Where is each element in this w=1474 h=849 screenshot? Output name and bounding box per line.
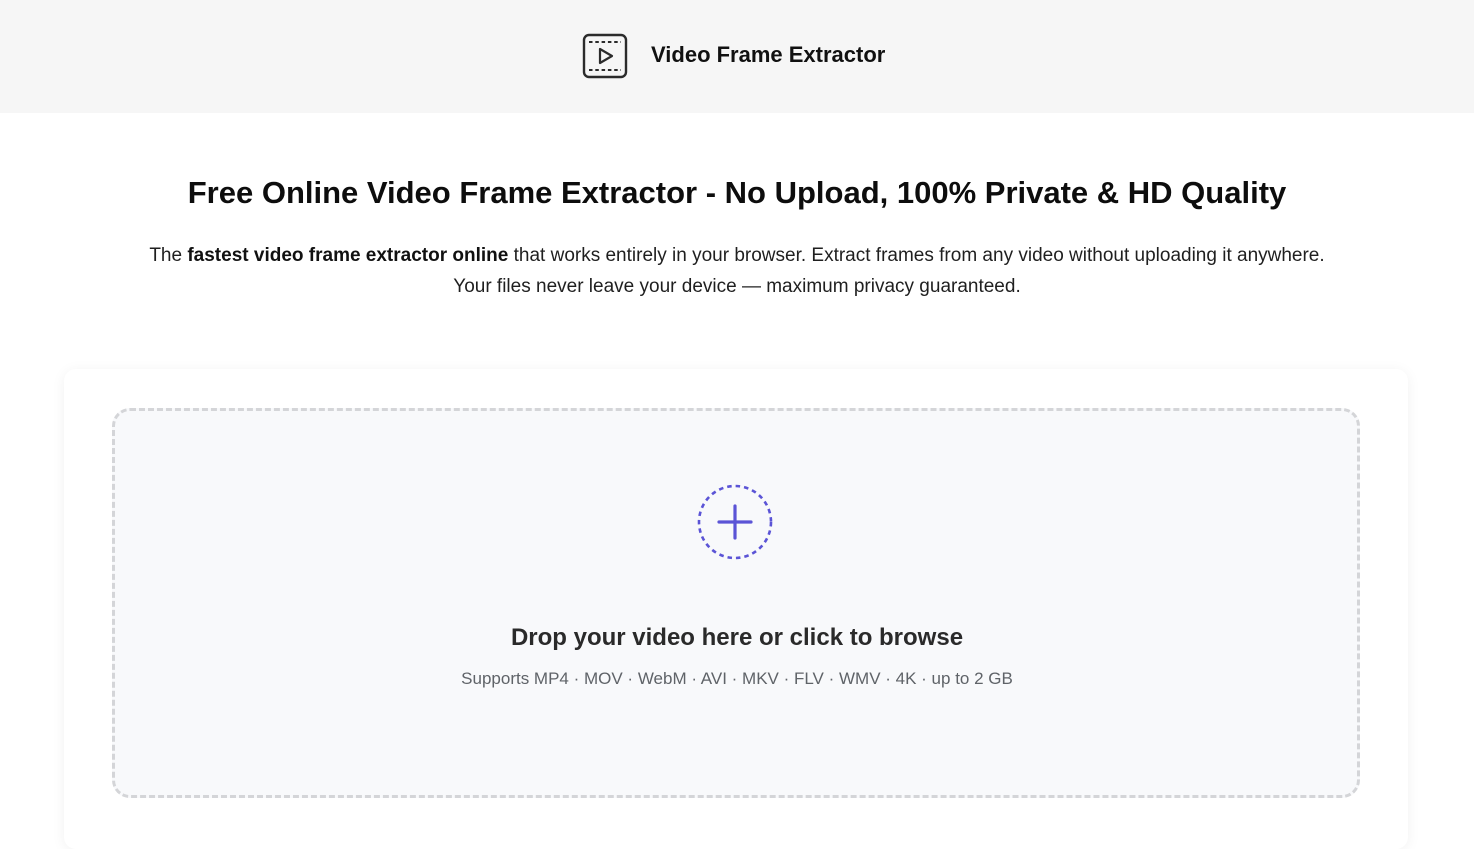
- video-dropzone[interactable]: [112, 408, 1360, 798]
- intro-text: The fastest video frame extractor online…: [40, 240, 1434, 302]
- page-title: Free Online Video Frame Extractor - No U…: [187, 175, 1287, 210]
- dropzone-title[interactable]: Drop your video here or click to browse: [0, 621, 1474, 655]
- plus-circle-icon[interactable]: [697, 484, 773, 560]
- intro-line-1: The fastest video frame extractor online…: [40, 240, 1434, 271]
- video-frame-icon: [582, 33, 628, 79]
- intro-suffix: that works entirely in your browser. Ext…: [508, 245, 1325, 266]
- intro-bold: fastest video frame extractor online: [187, 245, 509, 266]
- app-header: Video Frame Extractor: [0, 0, 1474, 113]
- intro-prefix: The: [149, 245, 188, 266]
- dropzone-supported-formats: Supports MP4 · MOV · WebM · AVI · MKV · …: [461, 669, 1013, 688]
- app-title: Video Frame Extractor: [651, 42, 886, 67]
- intro-line-2: Your files never leave your device — max…: [453, 276, 1021, 297]
